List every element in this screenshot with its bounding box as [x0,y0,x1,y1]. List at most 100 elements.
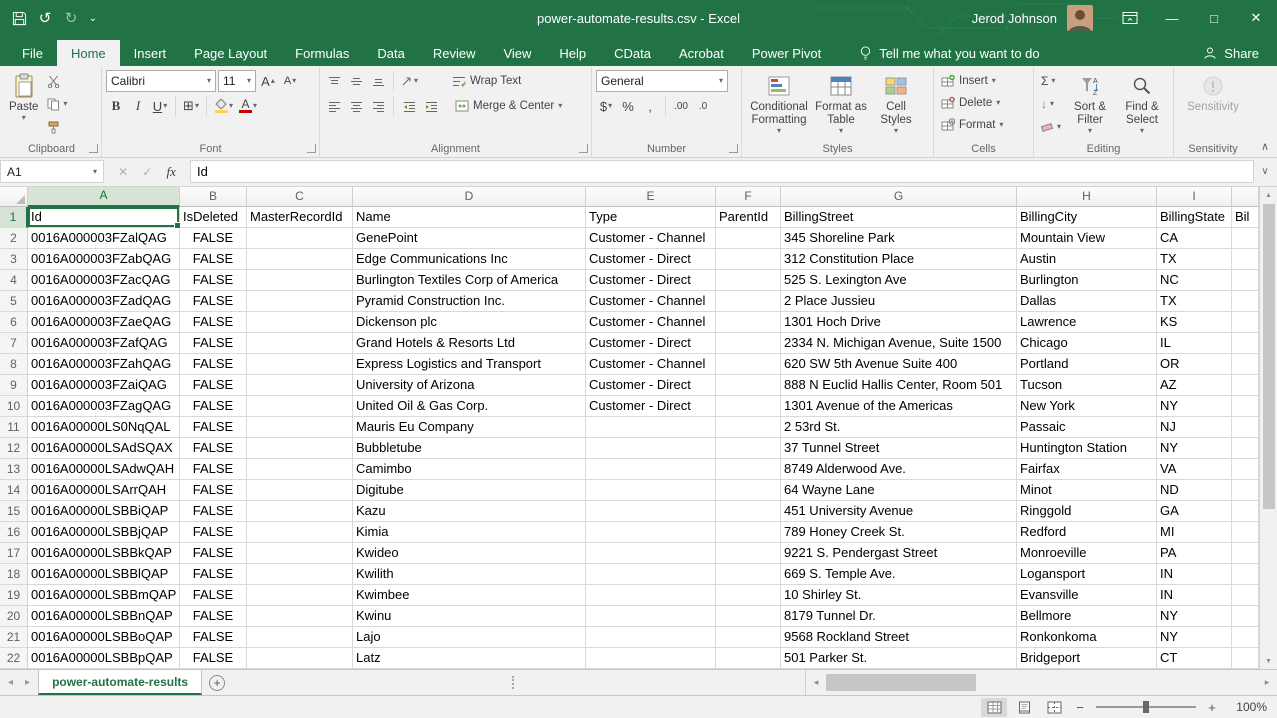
cell-B9[interactable]: FALSE [180,375,247,396]
cell-H16[interactable]: Redford [1017,522,1157,543]
cell-A16[interactable]: 0016A00000LSBBjQAP [28,522,180,543]
share-button[interactable]: Share [1185,40,1277,66]
cell-I5[interactable]: TX [1157,291,1232,312]
align-center-button[interactable] [346,95,366,117]
cell-B11[interactable]: FALSE [180,417,247,438]
cell-J15[interactable] [1232,501,1259,522]
zoom-slider-thumb[interactable] [1143,701,1149,713]
cell-I12[interactable]: NY [1157,438,1232,459]
cell-J1[interactable]: Bil [1232,207,1259,228]
cell-F4[interactable] [716,270,781,291]
cell-G5[interactable]: 2 Place Jussieu [781,291,1017,312]
cell-F6[interactable] [716,312,781,333]
cell-A13[interactable]: 0016A00000LSAdwQAH [28,459,180,480]
cell-I17[interactable]: PA [1157,543,1232,564]
cell-D5[interactable]: Pyramid Construction Inc. [353,291,586,312]
clear-button[interactable]: ▾ [1038,116,1064,138]
page-layout-view-button[interactable] [1011,698,1037,717]
scroll-left-arrow[interactable]: ◂ [808,677,824,688]
underline-button[interactable]: U▾ [150,95,170,117]
bold-button[interactable]: B [106,95,126,117]
cell-G13[interactable]: 8749 Alderwood Ave. [781,459,1017,480]
next-sheet-button[interactable]: ▸ [25,677,30,688]
cell-B1[interactable]: IsDeleted [180,207,247,228]
cell-C10[interactable] [247,396,353,417]
cell-E15[interactable] [586,501,716,522]
decrease-decimal-button[interactable]: .0 [693,95,713,117]
ribbon-tab-page-layout[interactable]: Page Layout [180,40,281,66]
cell-F17[interactable] [716,543,781,564]
cell-J7[interactable] [1232,333,1259,354]
cell-C20[interactable] [247,606,353,627]
cell-C6[interactable] [247,312,353,333]
cell-F21[interactable] [716,627,781,648]
cell-C9[interactable] [247,375,353,396]
copy-button[interactable]: ▾ [44,93,70,115]
cell-J18[interactable] [1232,564,1259,585]
cell-C3[interactable] [247,249,353,270]
cell-H2[interactable]: Mountain View [1017,228,1157,249]
zoom-out-button[interactable]: − [1071,700,1089,715]
cell-H19[interactable]: Evansville [1017,585,1157,606]
cell-A3[interactable]: 0016A000003FZabQAG [28,249,180,270]
merge-center-button[interactable]: Merge & Center ▾ [451,95,566,117]
cell-J17[interactable] [1232,543,1259,564]
cell-D4[interactable]: Burlington Textiles Corp of America [353,270,586,291]
maximize-button[interactable]: □ [1193,0,1235,36]
cell-E13[interactable] [586,459,716,480]
cell-A17[interactable]: 0016A00000LSBBkQAP [28,543,180,564]
cell-C2[interactable] [247,228,353,249]
clipboard-dialog-launcher[interactable] [89,144,98,153]
cell-J14[interactable] [1232,480,1259,501]
cell-D1[interactable]: Name [353,207,586,228]
increase-indent-button[interactable] [421,95,441,117]
cell-E22[interactable] [586,648,716,669]
cell-D14[interactable]: Digitube [353,480,586,501]
minimize-button[interactable]: — [1151,0,1193,36]
cell-B21[interactable]: FALSE [180,627,247,648]
middle-align-button[interactable] [346,70,366,92]
align-left-button[interactable] [324,95,344,117]
cell-F22[interactable] [716,648,781,669]
cell-D13[interactable]: Camimbo [353,459,586,480]
cell-I11[interactable]: NJ [1157,417,1232,438]
cell-I8[interactable]: OR [1157,354,1232,375]
cell-C7[interactable] [247,333,353,354]
align-right-button[interactable] [368,95,388,117]
row-header-19[interactable]: 19 [0,585,28,606]
cell-D16[interactable]: Kimia [353,522,586,543]
cell-A18[interactable]: 0016A00000LSBBlQAP [28,564,180,585]
cell-G21[interactable]: 9568 Rockland Street [781,627,1017,648]
column-header-D[interactable]: D [353,187,586,207]
row-header-1[interactable]: 1 [0,207,28,228]
cell-H12[interactable]: Huntington Station [1017,438,1157,459]
row-header-7[interactable]: 7 [0,333,28,354]
row-header-22[interactable]: 22 [0,648,28,669]
ribbon-tab-help[interactable]: Help [545,40,600,66]
cell-H6[interactable]: Lawrence [1017,312,1157,333]
insert-cells-button[interactable]: Insert ▾ [938,70,1029,91]
cell-D21[interactable]: Lajo [353,627,586,648]
collapse-ribbon-button[interactable]: ∧ [1261,140,1269,153]
cell-H18[interactable]: Logansport [1017,564,1157,585]
name-box[interactable]: A1 ▾ [0,160,104,183]
cell-B15[interactable]: FALSE [180,501,247,522]
percent-style-button[interactable]: % [618,95,638,117]
cell-B22[interactable]: FALSE [180,648,247,669]
row-header-15[interactable]: 15 [0,501,28,522]
column-header-B[interactable]: B [180,187,247,207]
scroll-right-arrow[interactable]: ▸ [1259,677,1275,688]
sheet-tab-active[interactable]: power-automate-results [38,670,202,695]
cell-J19[interactable] [1232,585,1259,606]
cell-G17[interactable]: 9221 S. Pendergast Street [781,543,1017,564]
cell-A14[interactable]: 0016A00000LSArrQAH [28,480,180,501]
cell-H1[interactable]: BillingCity [1017,207,1157,228]
cell-I18[interactable]: IN [1157,564,1232,585]
cell-C14[interactable] [247,480,353,501]
cell-J6[interactable] [1232,312,1259,333]
cell-C22[interactable] [247,648,353,669]
row-header-17[interactable]: 17 [0,543,28,564]
cell-J16[interactable] [1232,522,1259,543]
cell-G2[interactable]: 345 Shoreline Park [781,228,1017,249]
cell-A5[interactable]: 0016A000003FZadQAG [28,291,180,312]
